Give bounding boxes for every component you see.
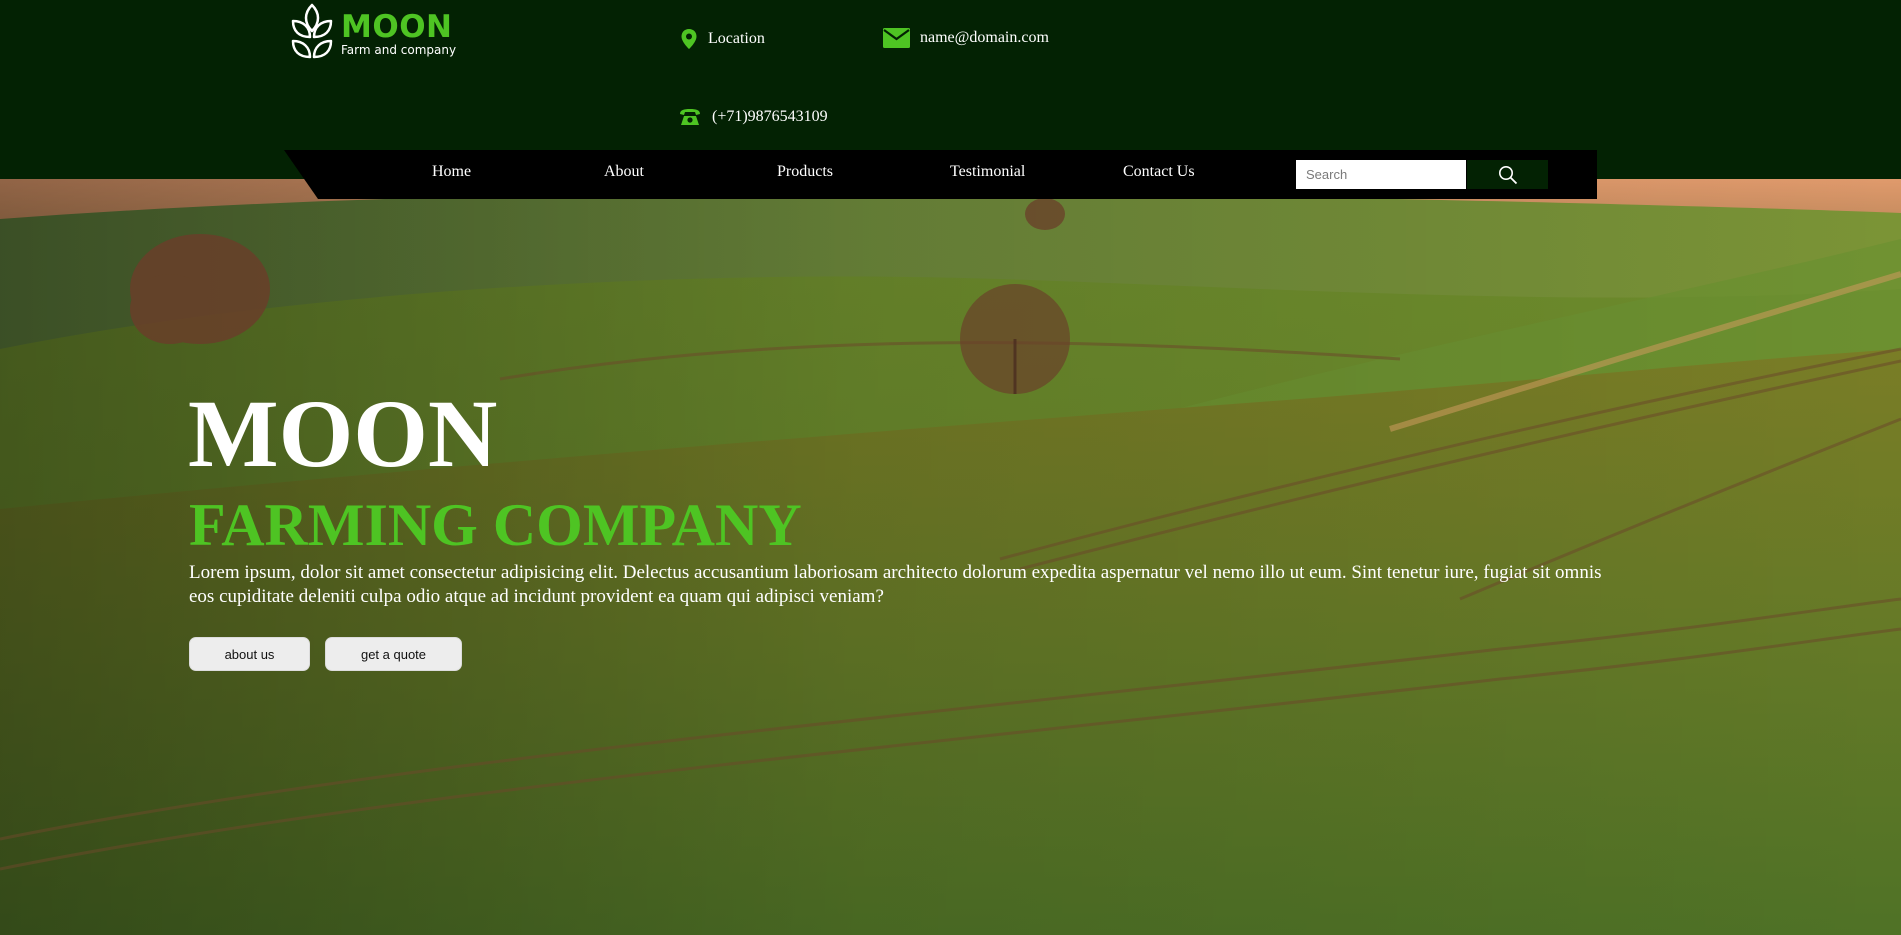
location-pin-icon (681, 29, 697, 49)
email-text: name@domain.com (920, 29, 1049, 46)
about-us-button[interactable]: about us (189, 637, 310, 671)
contact-email[interactable]: name@domain.com (883, 28, 1049, 48)
brand-tagline: Farm and company (341, 43, 457, 57)
nav-item-products[interactable]: Products (777, 163, 833, 181)
phone-text: (+71)9876543109 (712, 108, 828, 125)
nav-item-home[interactable]: Home (432, 163, 471, 181)
nav-item-contact-us[interactable]: Contact Us (1123, 163, 1195, 181)
leaf-logo-icon (291, 3, 333, 59)
brand-name: MOON (341, 9, 453, 45)
envelope-icon (883, 28, 910, 48)
get-a-quote-button[interactable]: get a quote (325, 637, 462, 671)
search-icon (1498, 165, 1517, 184)
nav-item-testimonial[interactable]: Testimonial (950, 163, 1025, 181)
contact-phone[interactable]: (+71)9876543109 (678, 107, 828, 127)
nav-item-about[interactable]: About (604, 163, 644, 181)
search-button[interactable] (1467, 160, 1548, 189)
hero-description: Lorem ipsum, dolor sit amet consectetur … (189, 562, 1602, 607)
contact-location[interactable]: Location (680, 28, 765, 50)
search-input[interactable] (1296, 160, 1466, 189)
main-navigation: Home About Products Testimonial Contact … (284, 150, 1597, 199)
telephone-icon (680, 109, 700, 125)
location-text: Location (708, 30, 765, 47)
hero-subtitle: FARMING COMPANY (189, 492, 802, 558)
hero-title: MOON (188, 380, 498, 487)
brand-logo[interactable]: MOON Farm and company (289, 3, 456, 63)
